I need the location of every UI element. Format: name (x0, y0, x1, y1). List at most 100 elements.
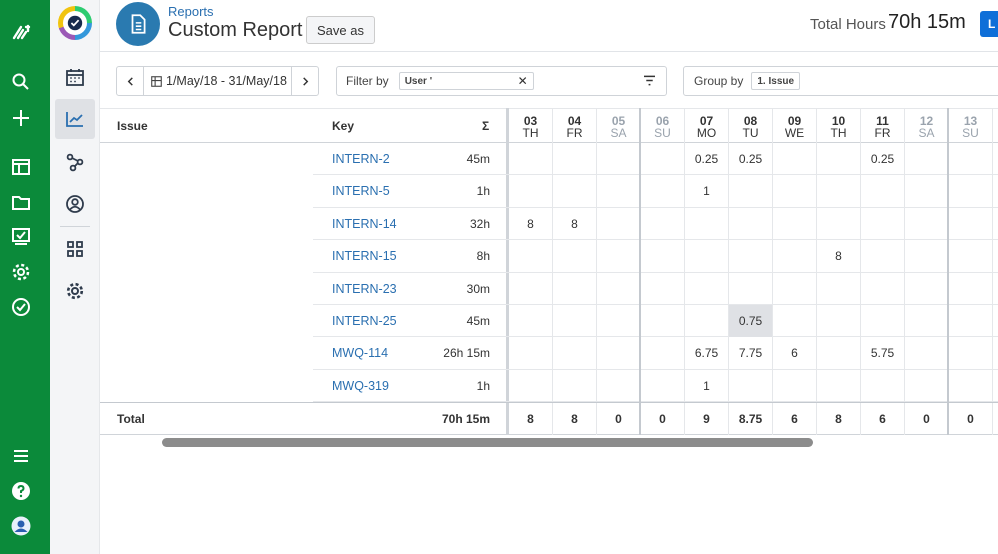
app-logo-icon[interactable] (58, 6, 92, 40)
worklog-cell[interactable] (817, 143, 861, 175)
reports-chart-icon[interactable] (55, 99, 95, 139)
worklog-cell[interactable] (597, 272, 641, 305)
worklog-cell[interactable]: 8 (553, 207, 597, 240)
issue-key-link[interactable]: INTERN-23 (332, 273, 397, 305)
primary-action-button[interactable]: L (980, 11, 998, 37)
issue-key-link[interactable]: INTERN-2 (332, 143, 390, 175)
worklog-cell[interactable] (905, 337, 949, 370)
worklog-cell[interactable] (597, 143, 641, 175)
prev-period-button[interactable] (117, 67, 143, 95)
save-as-button[interactable]: Save as (306, 16, 375, 44)
worklog-cell[interactable] (509, 337, 553, 370)
worklog-cell[interactable] (597, 240, 641, 273)
issue-key-link[interactable]: INTERN-5 (332, 175, 390, 207)
worklog-cell[interactable] (641, 175, 685, 208)
worklog-cell[interactable] (729, 207, 773, 240)
worklog-cell[interactable] (773, 369, 817, 402)
worklog-cell[interactable] (641, 337, 685, 370)
worklog-cell[interactable] (993, 208, 998, 240)
worklog-cell[interactable] (509, 272, 553, 305)
worklog-cell[interactable] (597, 305, 641, 337)
worklog-cell[interactable] (905, 143, 949, 175)
worklog-cell[interactable] (729, 272, 773, 305)
worklog-cell[interactable] (773, 207, 817, 240)
group-chip-issue[interactable]: 1. Issue (751, 72, 801, 90)
filter-chip-user[interactable]: User ' ✕ (398, 72, 534, 90)
timesheet-icon[interactable] (10, 226, 32, 248)
worklog-cell[interactable] (641, 240, 685, 273)
user-circle-icon[interactable] (55, 184, 95, 224)
workflow-icon[interactable] (55, 142, 95, 182)
filter-funnel-icon[interactable] (643, 75, 656, 86)
worklog-cell[interactable] (861, 240, 905, 273)
issue-key-link[interactable]: INTERN-15 (332, 240, 397, 272)
worklog-cell[interactable] (905, 175, 949, 208)
worklog-cell[interactable] (509, 305, 553, 337)
user-avatar-icon[interactable] (10, 515, 32, 537)
group-by-field[interactable]: Group by 1. Issue (683, 66, 998, 96)
jira-logo-icon[interactable] (10, 22, 32, 44)
worklog-cell[interactable] (597, 175, 641, 208)
worklog-cell[interactable] (553, 143, 597, 175)
worklog-cell[interactable] (597, 337, 641, 370)
worklog-cell[interactable]: 1 (685, 175, 729, 208)
issue-key-link[interactable]: MWQ-114 (332, 337, 388, 369)
worklog-cell[interactable]: 6.75 (685, 337, 729, 370)
worklog-cell[interactable] (905, 369, 949, 402)
worklog-cell[interactable] (817, 207, 861, 240)
column-header-sum[interactable]: Σ (482, 109, 489, 143)
column-header-key[interactable]: Key (332, 109, 354, 143)
worklog-cell[interactable] (993, 273, 998, 305)
worklog-cell[interactable] (817, 272, 861, 305)
worklog-cell[interactable] (729, 175, 773, 208)
worklog-cell[interactable] (861, 305, 905, 337)
search-icon[interactable] (10, 71, 32, 93)
help-icon[interactable] (10, 480, 32, 502)
worklog-cell[interactable] (905, 207, 949, 240)
remove-filter-close-icon[interactable]: ✕ (518, 74, 528, 88)
worklog-cell[interactable] (553, 305, 597, 337)
worklog-cell[interactable] (949, 143, 993, 175)
worklog-cell[interactable] (773, 272, 817, 305)
worklog-cell[interactable] (993, 337, 998, 369)
worklog-cell[interactable] (509, 240, 553, 273)
worklog-cell[interactable] (685, 272, 729, 305)
worklog-cell[interactable] (993, 143, 998, 175)
worklog-cell[interactable]: 0.25 (861, 143, 905, 175)
worklog-cell[interactable] (861, 207, 905, 240)
worklog-cell[interactable] (817, 175, 861, 208)
worklog-cell[interactable]: 0.75 (729, 305, 773, 337)
worklog-cell[interactable] (949, 175, 993, 208)
worklog-cell[interactable] (597, 207, 641, 240)
next-period-button[interactable] (292, 67, 318, 95)
worklog-cell[interactable] (641, 143, 685, 175)
column-header-issue[interactable]: Issue (117, 109, 148, 143)
settings-gear-icon[interactable] (10, 261, 32, 283)
worklog-cell[interactable] (597, 369, 641, 402)
filter-by-field[interactable]: Filter by User ' ✕ (336, 66, 667, 96)
issue-key-link[interactable]: INTERN-25 (332, 305, 397, 337)
gear-icon[interactable] (55, 271, 95, 311)
worklog-cell[interactable] (553, 240, 597, 273)
date-range-field[interactable]: 1/May/18 - 31/May/18 (143, 67, 292, 95)
worklog-cell[interactable] (553, 272, 597, 305)
apps-grid-icon[interactable] (55, 229, 95, 269)
calendar-icon[interactable] (55, 57, 95, 97)
worklog-cell[interactable] (949, 337, 993, 370)
issue-key-link[interactable]: MWQ-319 (332, 370, 389, 402)
worklog-cell[interactable] (509, 175, 553, 208)
worklog-cell[interactable]: 8 (817, 240, 861, 273)
worklog-cell[interactable]: 7.75 (729, 337, 773, 370)
worklog-cell[interactable] (993, 240, 998, 272)
worklog-cell[interactable] (685, 207, 729, 240)
worklog-cell[interactable] (641, 305, 685, 337)
worklog-cell[interactable]: 0.25 (729, 143, 773, 175)
folder-icon[interactable] (10, 191, 32, 213)
worklog-cell[interactable] (949, 207, 993, 240)
check-circle-icon[interactable] (10, 296, 32, 318)
breadcrumb[interactable]: Reports (168, 4, 214, 19)
worklog-cell[interactable]: 5.75 (861, 337, 905, 370)
worklog-cell[interactable] (773, 143, 817, 175)
worklog-cell[interactable] (553, 175, 597, 208)
worklog-cell[interactable] (817, 305, 861, 337)
